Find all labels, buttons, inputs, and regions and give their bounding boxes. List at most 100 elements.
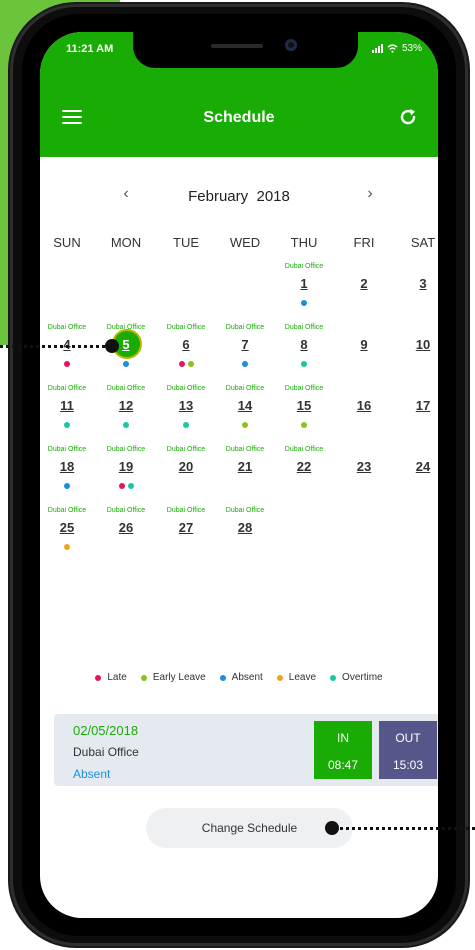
day-office-label: Dubai Office: [166, 507, 206, 514]
legend-label: Early Leave: [152, 672, 206, 683]
callout-dot-left: [105, 339, 119, 353]
calendar-day[interactable]: Dubai Office 7: [220, 324, 270, 382]
calendar-day[interactable]: Dubai Office 11: [42, 385, 92, 443]
month-navigator: ‹ February 2018 ›: [40, 185, 438, 209]
day-number: 22: [296, 459, 312, 474]
day-office-label: Dubai Office: [166, 385, 206, 392]
phone-frame: 11:21 AM 53% Schedule ‹ February 2018 › …: [10, 4, 468, 946]
calendar-day[interactable]: 9: [339, 324, 389, 382]
day-office-label: Dubai Office: [47, 507, 87, 514]
weekday-sun: SUN: [53, 235, 81, 250]
status-dot-overtime: [127, 483, 134, 489]
status-dot-late: [118, 483, 125, 489]
calendar-day[interactable]: 24: [398, 446, 438, 504]
day-number: 28: [237, 520, 253, 535]
calendar-day[interactable]: Dubai Office 26: [101, 507, 151, 565]
calendar-day[interactable]: Dubai Office 13: [161, 385, 211, 443]
refresh-icon[interactable]: [398, 107, 418, 127]
day-office-label: Dubai Office: [166, 324, 206, 331]
day-number: 15: [296, 398, 312, 413]
day-office-label: Dubai Office: [225, 385, 265, 392]
calendar-day[interactable]: 16: [339, 385, 389, 443]
weekday-sat: SAT: [410, 235, 436, 250]
day-status-dots: [101, 361, 151, 367]
check-in-time: 08:47: [327, 758, 359, 772]
day-number: 26: [118, 520, 134, 535]
calendar-day[interactable]: Dubai Office 8: [279, 324, 329, 382]
calendar-day[interactable]: Dubai Office 15: [279, 385, 329, 443]
check-in-label: IN: [337, 731, 349, 745]
calendar-day[interactable]: Dubai Office 5: [101, 324, 151, 382]
calendar-day[interactable]: Dubai Office 27: [161, 507, 211, 565]
day-status-dots: [279, 422, 329, 428]
legend-dot: [330, 674, 337, 681]
status-dot-absent: [64, 483, 70, 489]
calendar-day[interactable]: 10: [398, 324, 438, 382]
day-number: 25: [59, 520, 75, 535]
calendar-day[interactable]: 2: [339, 263, 389, 321]
status-dot-late: [64, 361, 70, 367]
check-out-time: 15:03: [392, 758, 424, 772]
status-dot-early-leave: [301, 422, 307, 428]
day-number: 14: [237, 398, 253, 413]
status-dot-overtime: [301, 361, 307, 367]
day-status-dots: [161, 361, 211, 367]
day-number: 27: [178, 520, 194, 535]
callout-line-left: [0, 345, 111, 348]
status-dot-overtime: [123, 422, 129, 428]
day-status-dots: [220, 361, 270, 367]
calendar-day[interactable]: Dubai Office 1: [279, 263, 329, 321]
calendar-day[interactable]: Dubai Office 4: [42, 324, 92, 382]
change-schedule-button[interactable]: Change Schedule: [146, 808, 353, 848]
day-office-label: Dubai Office: [284, 385, 324, 392]
day-number: 6: [182, 337, 190, 352]
status-legend: Late Early Leave Absent Leave Overtime: [40, 672, 438, 683]
calendar-day[interactable]: 23: [339, 446, 389, 504]
status-dot-absent: [301, 300, 307, 306]
check-in-tile: IN 08:47: [314, 721, 372, 779]
calendar-day[interactable]: Dubai Office 14: [220, 385, 270, 443]
day-office-label: Dubai Office: [225, 507, 265, 514]
day-number: 13: [178, 398, 194, 413]
day-office-label: Dubai Office: [47, 324, 87, 331]
day-number: 23: [356, 459, 372, 474]
legend-dot: [219, 674, 226, 681]
day-office-label: Dubai Office: [284, 263, 324, 270]
weekday-mon: MON: [110, 235, 142, 250]
day-number: 8: [300, 337, 308, 352]
day-status-dots: [42, 361, 92, 367]
day-number: 16: [356, 398, 372, 413]
legend-item-early-leave: Early Leave: [140, 672, 206, 683]
legend-label: Overtime: [342, 672, 383, 683]
calendar-day[interactable]: Dubai Office 28: [220, 507, 270, 565]
calendar-day[interactable]: Dubai Office 21: [220, 446, 270, 504]
day-number: 10: [415, 337, 431, 352]
battery-percentage: 53%: [401, 43, 422, 54]
calendar-day[interactable]: 3: [398, 263, 438, 321]
day-status-dots: [101, 483, 151, 489]
calendar-day[interactable]: Dubai Office 12: [101, 385, 151, 443]
calendar-day[interactable]: Dubai Office 19: [101, 446, 151, 504]
calendar-day[interactable]: Dubai Office 20: [161, 446, 211, 504]
day-number: 19: [118, 459, 134, 474]
day-status-dots: [220, 422, 270, 428]
day-number: 1: [300, 276, 308, 291]
status-dot-leave: [64, 544, 70, 550]
speaker-grill: [211, 44, 263, 48]
next-month-button[interactable]: ›: [360, 185, 380, 203]
callout-dot-right: [325, 821, 339, 835]
day-status-dots: [42, 422, 92, 428]
phone-bezel: 11:21 AM 53% Schedule ‹ February 2018 › …: [22, 14, 456, 936]
legend-dot: [95, 674, 102, 681]
day-status-dots: [279, 361, 329, 367]
status-time: 11:21 AM: [66, 43, 114, 55]
calendar-day[interactable]: Dubai Office 25: [42, 507, 92, 565]
calendar-day[interactable]: 17: [398, 385, 438, 443]
status-dot-early-leave: [242, 422, 248, 428]
weekday-tue: TUE: [173, 235, 199, 250]
legend-item-absent: Absent: [219, 672, 263, 683]
calendar-day[interactable]: Dubai Office 22: [279, 446, 329, 504]
phone-notch: [133, 32, 358, 68]
calendar-day[interactable]: Dubai Office 18: [42, 446, 92, 504]
calendar-day[interactable]: Dubai Office 6: [161, 324, 211, 382]
